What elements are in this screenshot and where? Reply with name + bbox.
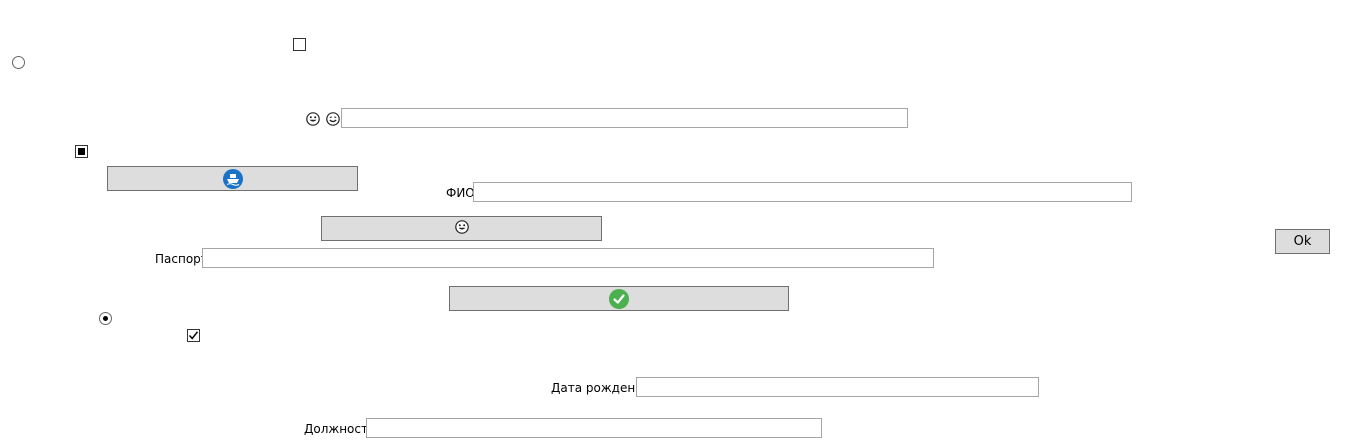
position-label: Должность: [304, 422, 376, 436]
ok-button-label: Ok: [1293, 234, 1312, 249]
position-field[interactable]: [366, 418, 822, 438]
ship-button[interactable]: [107, 166, 358, 191]
confirm-button[interactable]: [449, 286, 789, 311]
fio-label: ФИО: [446, 186, 475, 200]
ok-button[interactable]: Ok: [1275, 229, 1330, 254]
passport-field[interactable]: [202, 248, 934, 268]
ship-icon: [222, 168, 243, 189]
emoji-text-field[interactable]: [341, 108, 908, 128]
birthdate-field[interactable]: [636, 377, 1039, 397]
checkbox-bottom[interactable]: [187, 329, 200, 342]
radio-bottom[interactable]: [99, 312, 112, 325]
emoji-button[interactable]: [321, 216, 602, 241]
passport-label: Паспорт: [155, 252, 208, 266]
smiling-face-icon: [326, 112, 340, 129]
checkbox-mid[interactable]: [75, 145, 88, 158]
fio-field[interactable]: [473, 182, 1132, 202]
radio-top[interactable]: [12, 56, 25, 69]
check-icon: [609, 288, 629, 309]
checkbox-top[interactable]: [293, 38, 306, 51]
checkmark-icon: [188, 331, 199, 340]
grinning-face-icon: [454, 220, 469, 237]
grinning-face-icon: [306, 112, 320, 129]
